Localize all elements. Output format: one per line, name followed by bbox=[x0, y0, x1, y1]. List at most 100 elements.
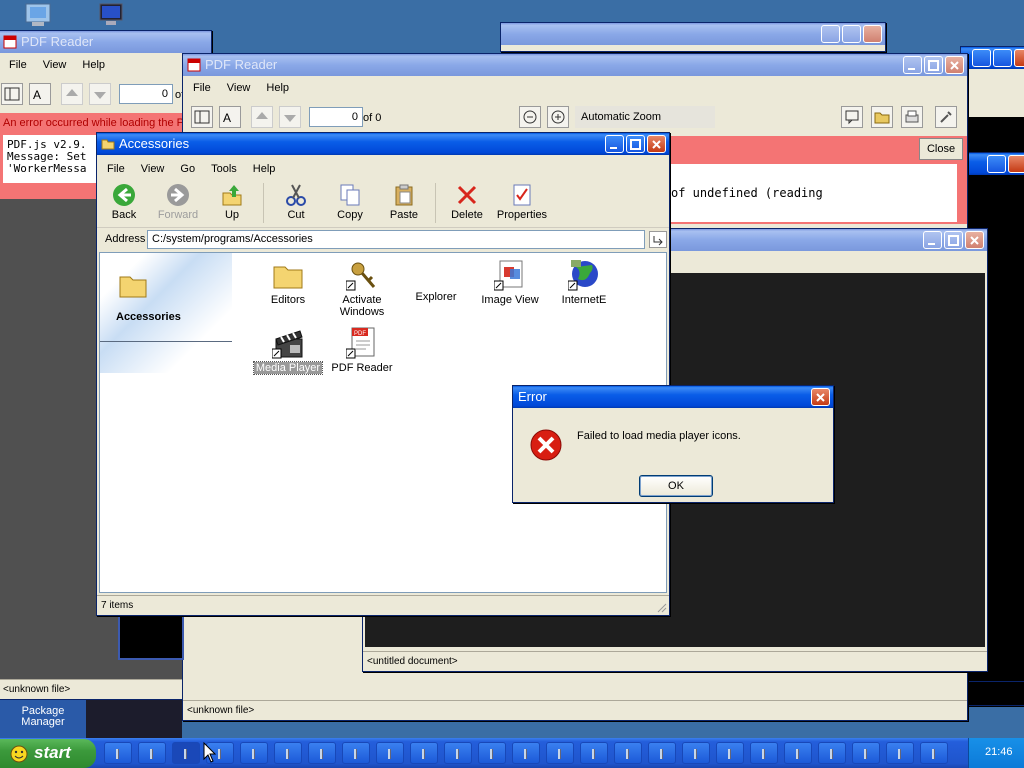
maximize-icon[interactable] bbox=[993, 49, 1012, 67]
file-item-editors[interactable]: Editors bbox=[252, 259, 324, 306]
next-page-button[interactable] bbox=[279, 106, 301, 128]
file-item-explorer[interactable]: Explorer bbox=[400, 291, 472, 303]
minimize-icon[interactable] bbox=[821, 25, 840, 43]
menu-view[interactable]: View bbox=[35, 59, 75, 71]
minimize-button[interactable] bbox=[605, 135, 624, 153]
menu-help[interactable]: Help bbox=[74, 59, 113, 71]
zoom-select[interactable]: Automatic Zoom bbox=[575, 106, 715, 128]
taskbar-item[interactable] bbox=[648, 742, 676, 764]
close-icon[interactable] bbox=[1008, 155, 1024, 173]
next-page-button[interactable] bbox=[89, 83, 111, 105]
taskbar-item[interactable] bbox=[784, 742, 812, 764]
desktop-icon-computer[interactable] bbox=[22, 2, 56, 28]
menu-view[interactable]: View bbox=[219, 82, 259, 94]
minimize-button[interactable] bbox=[903, 56, 922, 74]
menu-help[interactable]: Help bbox=[245, 163, 284, 175]
error-dialog-titlebar[interactable]: Error bbox=[513, 386, 833, 408]
taskbar-item[interactable] bbox=[682, 742, 710, 764]
close-icon[interactable] bbox=[1014, 49, 1024, 67]
prev-page-button[interactable] bbox=[251, 106, 273, 128]
taskbar-item[interactable] bbox=[886, 742, 914, 764]
taskbar-item[interactable] bbox=[376, 742, 404, 764]
bg-window-b-titlebar[interactable] bbox=[961, 47, 1024, 69]
taskbar-item[interactable] bbox=[410, 742, 438, 764]
sidebar-toggle-button[interactable] bbox=[1, 83, 23, 105]
file-item-activate-windows[interactable]: Activate Windows bbox=[326, 259, 398, 318]
tools-button[interactable] bbox=[935, 106, 957, 128]
pdf-front-titlebar[interactable]: PDF Reader bbox=[183, 54, 967, 76]
resize-grip-icon[interactable] bbox=[655, 601, 667, 613]
taskbar-item[interactable] bbox=[104, 742, 132, 764]
cut-button[interactable]: Cut bbox=[269, 179, 323, 227]
zoom-out-button[interactable] bbox=[519, 106, 541, 128]
maximize-button[interactable] bbox=[944, 231, 963, 249]
pdf-back-titlebar[interactable]: PDF Reader bbox=[0, 31, 211, 53]
address-go-button[interactable] bbox=[649, 231, 667, 248]
taskbar-item[interactable] bbox=[138, 742, 166, 764]
taskbar-item[interactable] bbox=[716, 742, 744, 764]
menu-go[interactable]: Go bbox=[172, 163, 203, 175]
file-item-internete[interactable]: InternetE bbox=[548, 259, 620, 306]
taskbar-item[interactable] bbox=[580, 742, 608, 764]
close-button[interactable] bbox=[965, 231, 984, 249]
open-file-button[interactable] bbox=[871, 106, 893, 128]
menu-help[interactable]: Help bbox=[258, 82, 297, 94]
delete-button[interactable]: Delete bbox=[440, 179, 494, 227]
close-button[interactable] bbox=[647, 135, 666, 153]
file-item-pdf-reader[interactable]: PDF PDF Reader bbox=[326, 327, 398, 374]
taskbar-item[interactable] bbox=[308, 742, 336, 764]
taskbar-item[interactable] bbox=[274, 742, 302, 764]
properties-button[interactable]: Properties bbox=[494, 179, 550, 227]
forward-button[interactable]: Forward bbox=[151, 179, 205, 227]
copy-button[interactable]: Copy bbox=[323, 179, 377, 227]
find-button[interactable]: A bbox=[29, 83, 51, 105]
find-button[interactable]: A bbox=[219, 106, 241, 128]
maximize-icon[interactable] bbox=[987, 155, 1006, 173]
bg-window-c-titlebar[interactable] bbox=[969, 153, 1024, 175]
taskbar-item[interactable] bbox=[852, 742, 880, 764]
page-number-input[interactable]: 0 bbox=[119, 84, 173, 104]
taskbar-item[interactable] bbox=[750, 742, 778, 764]
ok-button[interactable]: OK bbox=[639, 475, 713, 497]
close-button[interactable] bbox=[945, 56, 964, 74]
menu-file[interactable]: File bbox=[185, 82, 219, 94]
close-icon[interactable] bbox=[863, 25, 882, 43]
comment-button[interactable] bbox=[841, 106, 863, 128]
menu-file[interactable]: File bbox=[99, 163, 133, 175]
up-button[interactable]: Up bbox=[205, 179, 259, 227]
maximize-button[interactable] bbox=[924, 56, 943, 74]
minimize-icon[interactable] bbox=[972, 49, 991, 67]
taskbar-item[interactable] bbox=[342, 742, 370, 764]
file-item-media-player[interactable]: Media Player bbox=[252, 327, 324, 375]
maximize-button[interactable] bbox=[626, 135, 645, 153]
taskbar-item[interactable] bbox=[920, 742, 948, 764]
taskbar-item[interactable] bbox=[478, 742, 506, 764]
bg-window-a-titlebar[interactable] bbox=[501, 23, 885, 45]
package-manager-tile[interactable]: Package Manager bbox=[0, 700, 86, 740]
zoom-in-button[interactable] bbox=[547, 106, 569, 128]
taskbar-item[interactable] bbox=[546, 742, 574, 764]
file-item-image-view[interactable]: Image View bbox=[474, 259, 546, 306]
paste-button[interactable]: Paste bbox=[377, 179, 431, 227]
menu-view[interactable]: View bbox=[133, 163, 173, 175]
start-button[interactable]: start bbox=[0, 739, 96, 768]
prev-page-button[interactable] bbox=[61, 83, 83, 105]
taskbar-item[interactable] bbox=[444, 742, 472, 764]
close-button[interactable] bbox=[811, 388, 830, 406]
close-error-button[interactable]: Close bbox=[919, 138, 963, 160]
taskbar-item[interactable] bbox=[512, 742, 540, 764]
explorer-titlebar[interactable]: Accessories bbox=[97, 133, 669, 155]
maximize-icon[interactable] bbox=[842, 25, 861, 43]
taskbar-item[interactable] bbox=[240, 742, 268, 764]
taskbar-item[interactable] bbox=[818, 742, 846, 764]
page-number-input[interactable]: 0 bbox=[309, 107, 363, 127]
taskbar-item[interactable] bbox=[614, 742, 642, 764]
minimize-button[interactable] bbox=[923, 231, 942, 249]
menu-file[interactable]: File bbox=[1, 59, 35, 71]
address-input[interactable]: C:/system/programs/Accessories bbox=[147, 230, 645, 249]
sidebar-toggle-button[interactable] bbox=[191, 106, 213, 128]
taskbar-item[interactable] bbox=[172, 742, 200, 764]
print-button[interactable] bbox=[901, 106, 923, 128]
desktop-icon-monitor[interactable] bbox=[97, 2, 127, 28]
clock[interactable]: 21:46 bbox=[985, 746, 1013, 758]
